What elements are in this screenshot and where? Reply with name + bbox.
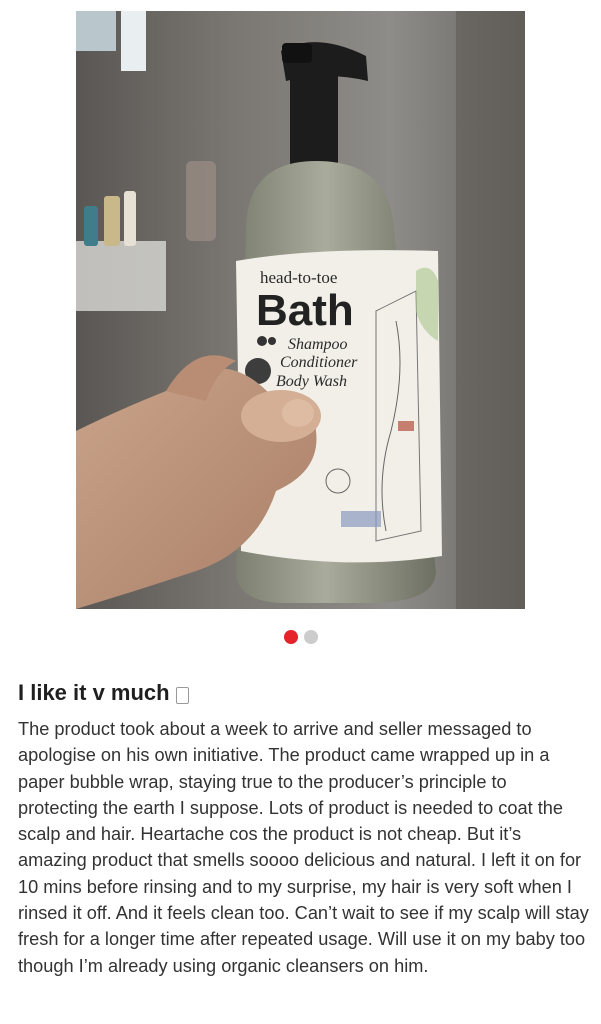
product-photo[interactable]: head-to-toe Bath Shampoo Conditioner Bod… — [76, 11, 525, 609]
label-line1: head-to-toe — [260, 268, 337, 287]
label-use-conditioner: Conditioner — [280, 354, 358, 371]
missing-glyph-icon — [175, 686, 189, 704]
gallery-dot[interactable] — [303, 630, 318, 644]
product-photo-illustration: head-to-toe Bath Shampoo Conditioner Bod… — [76, 11, 525, 609]
gallery-pagination — [0, 630, 601, 646]
review-section: I like it v much The product took about … — [18, 678, 590, 997]
label-brand: Bath — [256, 286, 354, 335]
label-use-shampoo: Shampoo — [288, 336, 348, 353]
gallery-dot-active[interactable] — [283, 630, 298, 644]
review-body: The product took about a week to arrive … — [18, 719, 589, 976]
review-title: I like it v much — [18, 680, 170, 705]
label-use-bodywash: Body Wash — [276, 373, 347, 390]
